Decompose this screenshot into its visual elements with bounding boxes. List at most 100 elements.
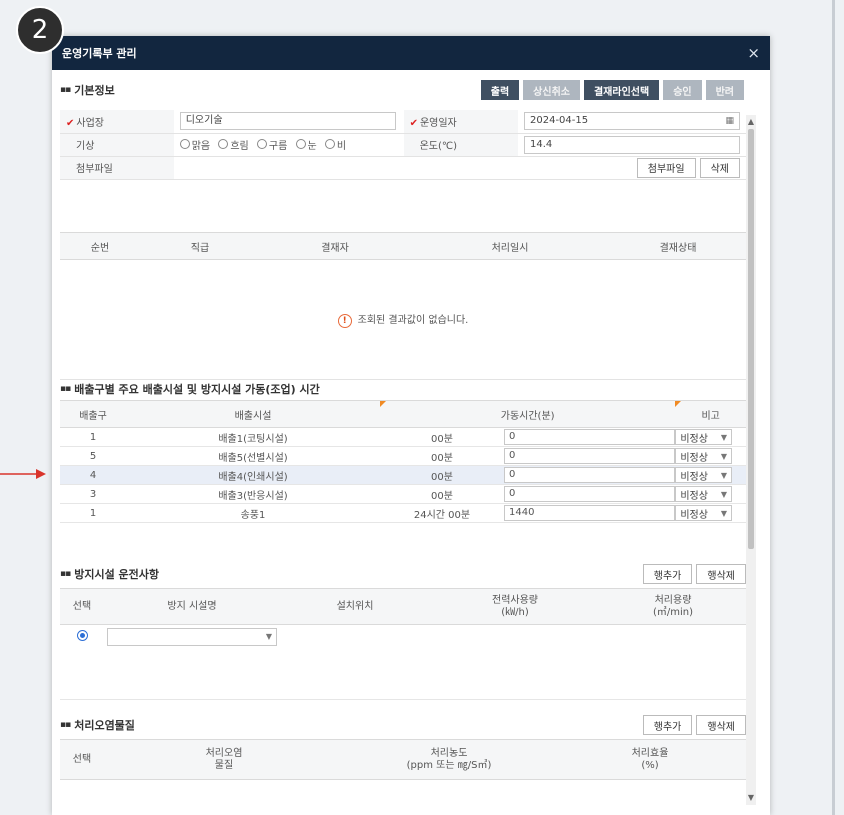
note-select[interactable]: 비정상 ▼ xyxy=(675,505,732,521)
add-row-button[interactable]: 행추가 xyxy=(642,564,693,584)
weather-radio-rain[interactable]: 비 xyxy=(324,137,346,152)
location-input[interactable] xyxy=(283,628,427,646)
col-power: 전력사용량 (㎾/h) xyxy=(430,588,600,625)
weather-radio-overcast[interactable]: 구름 xyxy=(256,137,287,152)
attach-file-button[interactable]: 첨부파일 xyxy=(636,157,696,178)
select-cell xyxy=(60,625,104,649)
power-input[interactable] xyxy=(433,628,597,646)
minutes-input[interactable]: 0 xyxy=(504,467,676,483)
emission-row[interactable]: 1 배출1(코팅시설) 00분 0 비정상 ▼ xyxy=(60,427,746,447)
cancel-submit-button[interactable]: 상신취소 xyxy=(523,80,580,100)
note-select[interactable]: 비정상 ▼ xyxy=(675,467,732,483)
approval-grid: 순번 직급 결재자 처리일시 결재상태 ! 조회된 결과값이 없습니다. xyxy=(60,232,746,380)
chevron-down-icon: ▼ xyxy=(720,508,727,518)
facility-name-select[interactable]: ▼ xyxy=(107,627,277,646)
section-bullet-icon: ▪▪ xyxy=(60,85,71,95)
prevention-title-text: 방지시설 운전사항 xyxy=(74,568,159,581)
capacity-input[interactable] xyxy=(603,628,743,646)
note-select[interactable]: 비정상 ▼ xyxy=(675,429,732,445)
minutes-cell: 1440 xyxy=(504,503,676,523)
col-capacity-unit: (㎥/min) xyxy=(652,606,694,618)
add-row-button[interactable]: 행추가 xyxy=(642,715,693,735)
emission-row-selected[interactable]: 4 배출4(인쇄시설) 00분 0 비정상 ▼ xyxy=(60,465,746,485)
note-cell: 비정상 ▼ xyxy=(675,427,746,447)
minutes-input[interactable]: 0 xyxy=(504,448,676,464)
time-label-cell: 00분 xyxy=(380,427,504,447)
basic-info-table: ✔ 사업장 디오기술 ✔ 운영일자 2024-04-15 ▦ 기상 맑음 흐림 구름 … xyxy=(60,110,746,180)
pollutant-row-buttons: 행추가 행삭제 xyxy=(642,715,746,735)
minutes-cell: 0 xyxy=(504,465,676,485)
note-cell: 비정상 ▼ xyxy=(675,465,746,485)
reject-button[interactable]: 반려 xyxy=(705,80,744,100)
delete-row-button[interactable]: 행삭제 xyxy=(696,564,746,584)
radio-icon xyxy=(179,139,190,150)
site-input[interactable]: 디오기술 xyxy=(179,112,396,131)
emission-row[interactable]: 5 배출5(선별시설) 00분 0 비정상 ▼ xyxy=(60,446,746,466)
empty-message: 조회된 결과값이 없습니다. xyxy=(357,315,469,326)
outlet-cell: 4 xyxy=(60,465,126,485)
time-label-cell: 00분 xyxy=(380,465,504,485)
minutes-input[interactable]: 0 xyxy=(504,429,676,445)
date-cell: 2024-04-15 ▦ xyxy=(518,110,746,134)
weather-radio-group: 맑음 흐림 구름 눈 비 xyxy=(173,133,404,157)
col-efficiency-text: 처리효율 xyxy=(631,747,669,759)
emission-row[interactable]: 3 배출3(반응시설) 00분 0 비정상 ▼ xyxy=(60,484,746,504)
date-label-text: 운영일자 xyxy=(419,117,457,129)
operation-log-modal: 운영기록부 관리 × ▪▪ 기본정보 출력 상신취소 결재라인선택 승인 반려 … xyxy=(52,36,770,815)
col-rank: 직급 xyxy=(140,232,260,260)
col-concentration-text: 처리농도 xyxy=(430,747,468,759)
col-location: 설치위치 xyxy=(280,588,430,625)
chevron-down-icon: ▼ xyxy=(720,489,727,499)
date-value: 2024-04-15 xyxy=(530,115,589,127)
step-badge: 2 xyxy=(16,6,64,54)
calendar-icon[interactable]: ▦ xyxy=(725,113,734,129)
approve-button[interactable]: 승인 xyxy=(663,80,702,100)
note-value: 비정상 xyxy=(680,452,708,464)
temp-input[interactable]: 14.4 xyxy=(524,135,740,154)
delete-file-button[interactable]: 삭제 xyxy=(699,157,740,178)
basic-info-title-text: 기본정보 xyxy=(74,84,115,97)
approval-empty-row: ! 조회된 결과값이 없습니다. xyxy=(60,259,746,380)
col-status: 결재상태 xyxy=(610,232,746,260)
scroll-down-icon[interactable]: ▼ xyxy=(746,793,756,803)
chevron-down-icon: ▼ xyxy=(265,632,272,642)
select-approval-line-button[interactable]: 결재라인선택 xyxy=(583,80,660,100)
weather-radio-clear[interactable]: 맑음 xyxy=(179,137,210,152)
row-radio[interactable] xyxy=(76,629,88,641)
outlet-cell: 1 xyxy=(60,503,126,523)
prevention-row[interactable]: ▼ xyxy=(60,625,746,649)
site-label: ✔ 사업장 xyxy=(60,110,174,134)
scroll-up-icon[interactable]: ▲ xyxy=(746,117,756,127)
weather-radio-snow[interactable]: 눈 xyxy=(295,137,317,152)
section-bullet-icon: ▪▪ xyxy=(60,384,71,394)
section-divider xyxy=(60,699,756,700)
section-bullet-icon: ▪▪ xyxy=(60,720,71,730)
col-pollutant-text: 처리오염 xyxy=(205,747,243,759)
close-icon[interactable]: × xyxy=(747,44,760,62)
minutes-input[interactable]: 0 xyxy=(504,486,676,502)
radio-icon xyxy=(218,139,229,150)
note-select[interactable]: 비정상 ▼ xyxy=(675,486,732,502)
radio-icon xyxy=(295,139,306,150)
minutes-input[interactable]: 1440 xyxy=(504,505,676,521)
delete-row-button[interactable]: 행삭제 xyxy=(696,715,746,735)
attach-buttons: 첨부파일 삭제 xyxy=(636,157,740,178)
modal-scrollbar[interactable]: ▲ ▼ xyxy=(746,115,756,805)
date-input[interactable]: 2024-04-15 ▦ xyxy=(524,112,740,131)
print-button[interactable]: 출력 xyxy=(480,80,520,100)
prevention-title-bar: ▪▪ 방지시설 운전사항 행추가 행삭제 xyxy=(60,564,746,584)
scrollbar-thumb[interactable] xyxy=(748,129,754,549)
weather-radio-cloudy[interactable]: 흐림 xyxy=(218,137,249,152)
time-label-cell: 24시간 00분 xyxy=(380,503,504,523)
warning-icon: ! xyxy=(337,314,352,328)
pointer-arrow-icon xyxy=(0,469,46,479)
prevention-grid: 선택 방지 시설명 설치위치 전력사용량 (㎾/h) 처리용량 (㎥/min) ▼ xyxy=(60,588,746,649)
emission-row[interactable]: 1 송풍1 24시간 00분 1440 비정상 ▼ xyxy=(60,503,746,523)
note-value: 비정상 xyxy=(680,490,708,502)
empty-message-cell: ! 조회된 결과값이 없습니다. xyxy=(60,259,746,380)
facility-cell: 송풍1 xyxy=(126,503,380,523)
basic-info-title: ▪▪ 기본정보 xyxy=(60,82,115,98)
chevron-down-icon: ▼ xyxy=(720,451,727,461)
note-select[interactable]: 비정상 ▼ xyxy=(675,448,732,464)
weather-label: 기상 xyxy=(60,133,174,157)
